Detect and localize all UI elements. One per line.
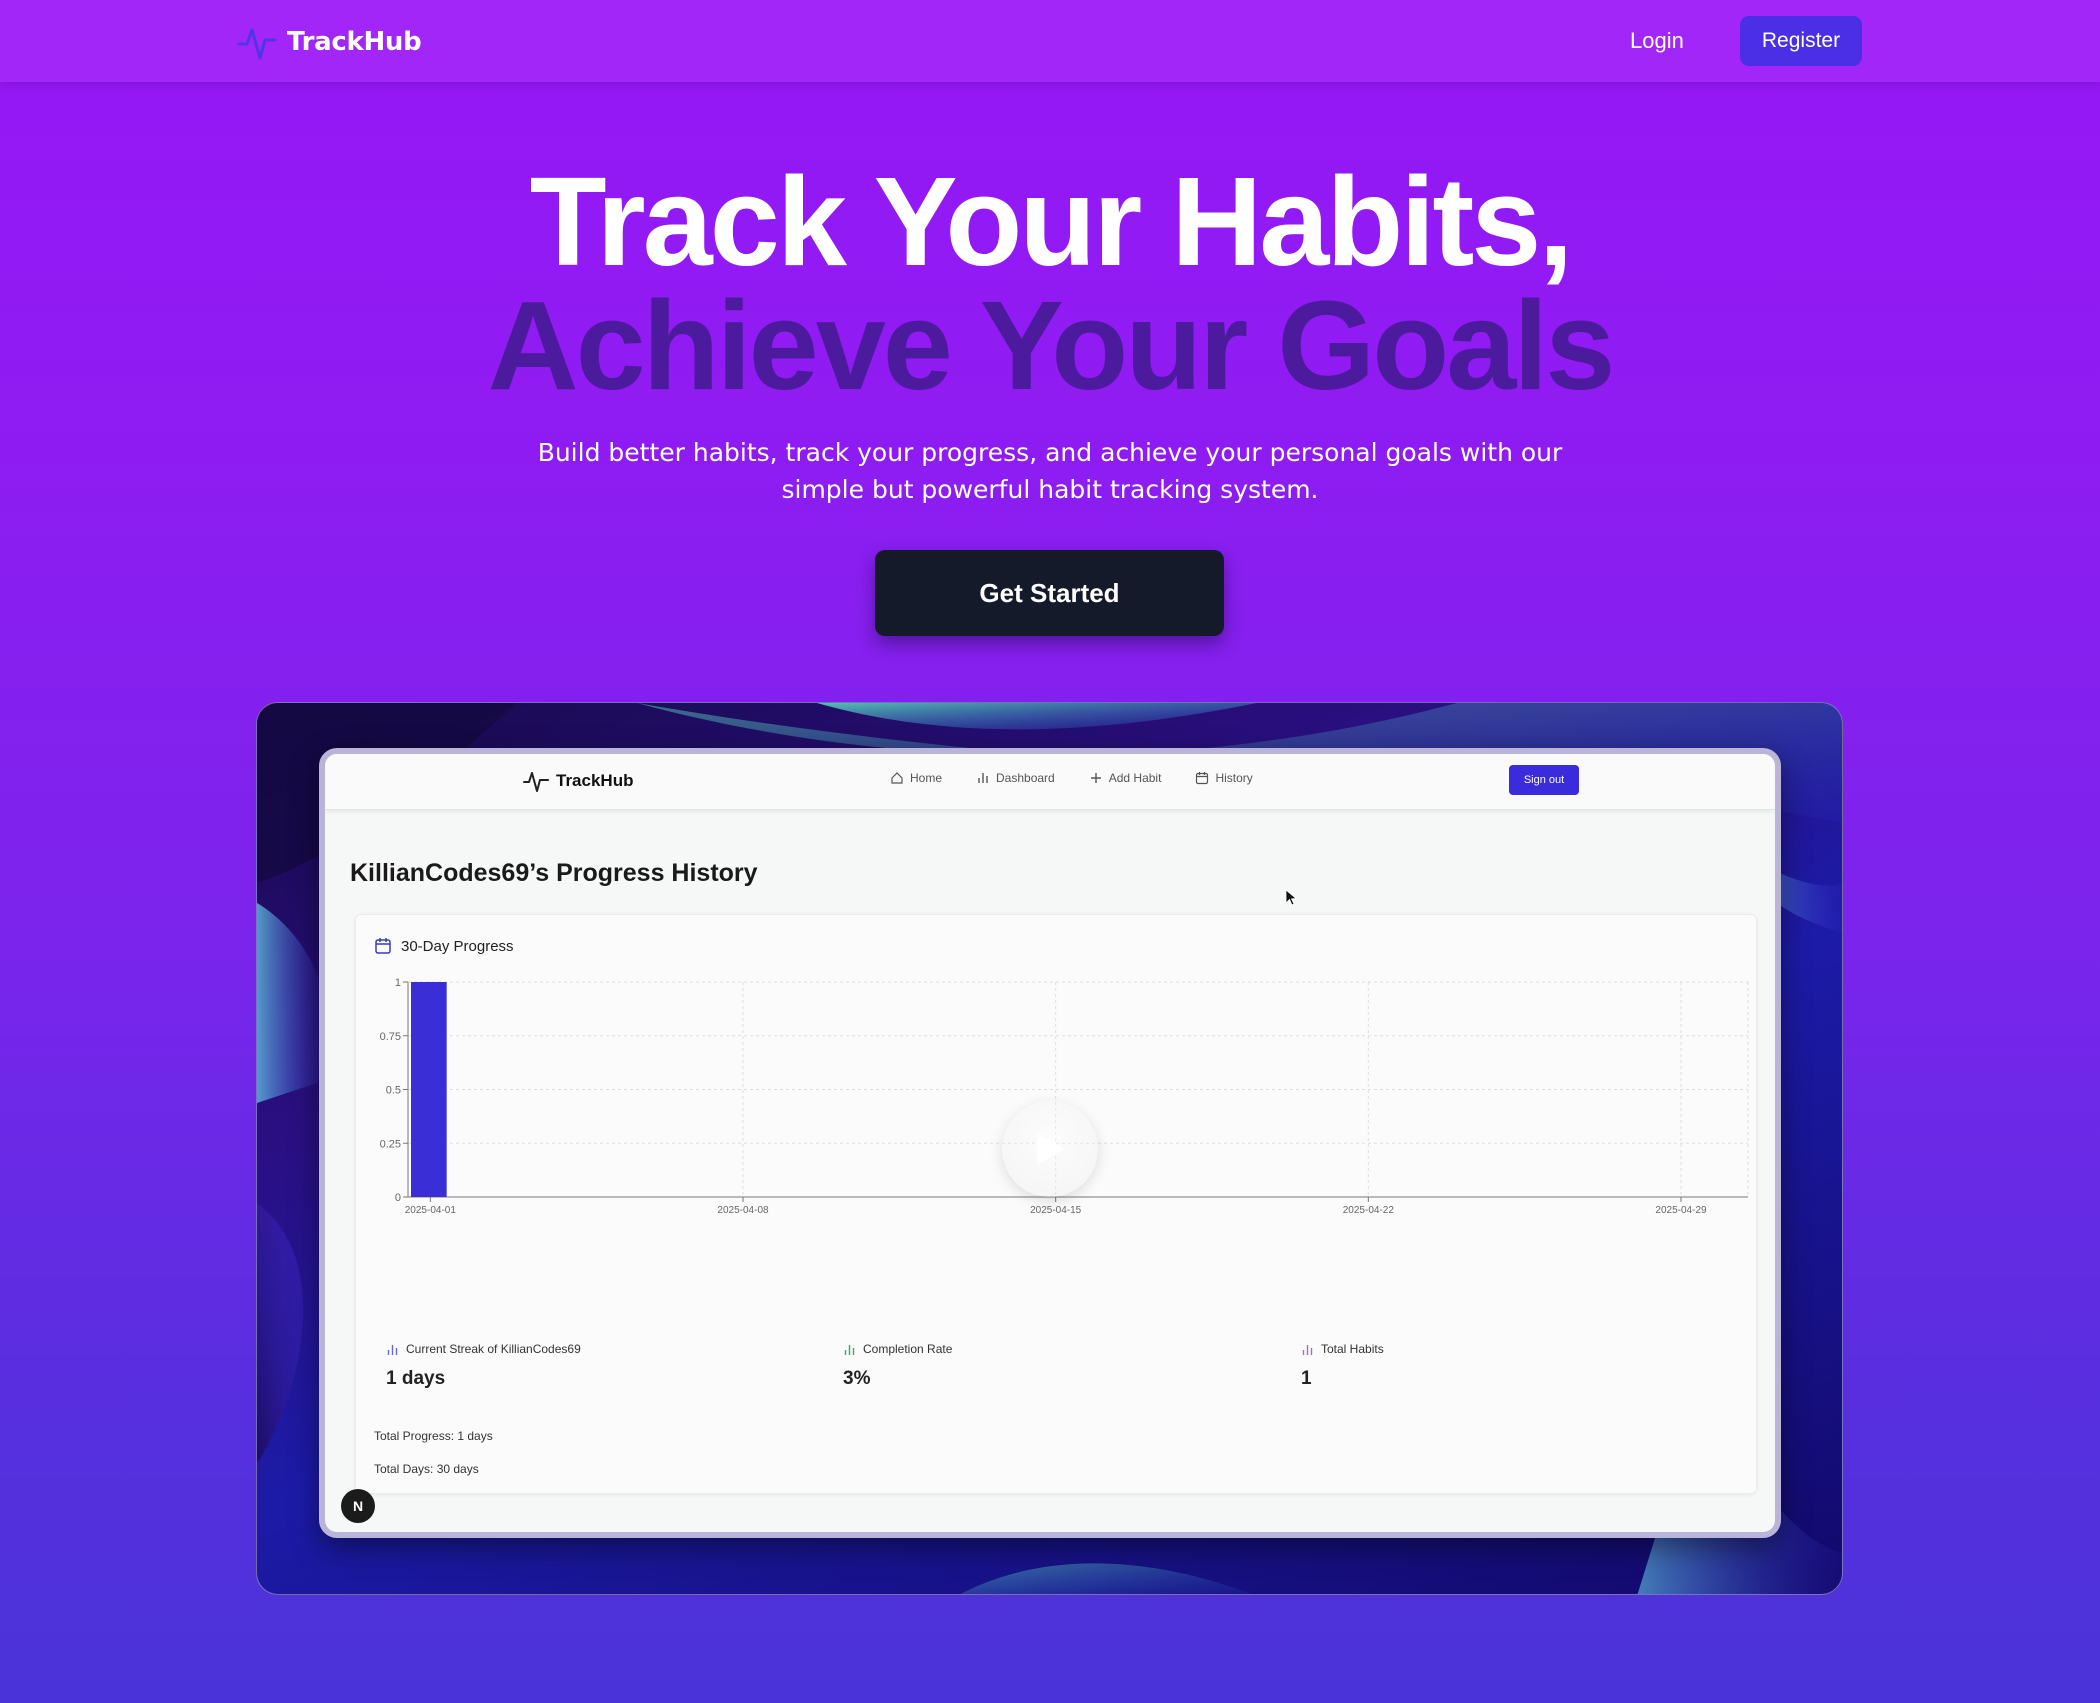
- pulse-logo-icon: [523, 772, 549, 792]
- stat-total-habits-header: Total Habits: [1301, 1342, 1384, 1356]
- hero-subtitle-line1: Build better habits, track your progress…: [537, 438, 1563, 467]
- x-tick-label: 2025-04-15: [1030, 1205, 1082, 1216]
- app-brand-name: TrackHub: [556, 771, 634, 790]
- register-button[interactable]: Register: [1740, 16, 1862, 66]
- stat-current-streak-value: 1 days: [386, 1368, 446, 1389]
- chart-bar: [411, 982, 447, 1197]
- stat-completion-rate: Completion Rate 3%: [829, 1328, 1269, 1406]
- bar-chart-icon: [1302, 1344, 1313, 1355]
- y-tick-label: 0.75: [380, 1031, 401, 1043]
- brand-name: TrackHub: [287, 27, 422, 57]
- stat-total-habits-value: 1: [1301, 1368, 1312, 1389]
- app-nav-add-habit-label: Add Habit: [1108, 771, 1162, 785]
- app-nav-add-habit: Add Habit: [1089, 771, 1162, 785]
- play-icon: [1037, 1133, 1064, 1165]
- y-tick-label: 0.25: [380, 1138, 401, 1150]
- app-page-title: KillianCodes69’s Progress History: [350, 859, 758, 887]
- stat-current-streak-header: Current Streak of KillianCodes69: [386, 1342, 581, 1356]
- stat-total-habits-label: Total Habits: [1321, 1342, 1384, 1356]
- total-progress-text: Total Progress: 1 days: [374, 1429, 493, 1443]
- app-brand: TrackHub: [523, 768, 633, 794]
- progress-card-header: 30-Day Progress: [374, 937, 514, 955]
- top-navbar: TrackHub Login Register: [0, 0, 2100, 82]
- mouse-cursor-icon: [1285, 889, 1297, 906]
- app-nav-dashboard-label: Dashboard: [996, 771, 1055, 785]
- bar-chart-icon: [844, 1344, 855, 1355]
- y-tick-label: 0: [395, 1192, 401, 1204]
- hero-subtitle: Build better habits, track your progress…: [500, 434, 1600, 508]
- get-started-button[interactable]: Get Started: [875, 550, 1224, 636]
- app-navbar: TrackHub Home Dashboard Add Habit Histor…: [325, 754, 1775, 810]
- x-tick-label: 2025-04-22: [1343, 1205, 1395, 1216]
- stat-completion-rate-label: Completion Rate: [863, 1342, 953, 1356]
- hero-title-line1: Track Your Habits,: [529, 151, 1574, 292]
- home-icon: [891, 772, 903, 784]
- app-sign-out-button: Sign out: [1509, 765, 1579, 795]
- app-nav-home: Home: [890, 771, 942, 785]
- app-nav-dashboard: Dashboard: [976, 771, 1055, 785]
- y-tick-label: 1: [395, 977, 401, 989]
- calendar-icon: [375, 938, 391, 954]
- stat-current-streak-label: Current Streak of KillianCodes69: [406, 1342, 581, 1356]
- brand-logo[interactable]: TrackHub: [237, 22, 422, 62]
- login-link[interactable]: Login: [1630, 24, 1684, 58]
- nextjs-badge: N: [341, 1489, 375, 1523]
- stat-total-habits: Total Habits 1: [1287, 1328, 1731, 1406]
- total-days-text: Total Days: 30 days: [374, 1462, 479, 1476]
- stat-completion-rate-header: Completion Rate: [843, 1342, 952, 1356]
- y-tick-label: 0.5: [386, 1085, 401, 1097]
- x-tick-label: 2025-04-01: [405, 1205, 457, 1216]
- bar-chart-icon: [387, 1344, 398, 1355]
- play-button[interactable]: [1002, 1101, 1098, 1197]
- app-nav-links: Home Dashboard Add Habit History: [890, 771, 1253, 785]
- app-nav-history-label: History: [1215, 771, 1253, 785]
- demo-video[interactable]: TrackHub Home Dashboard Add Habit Histor…: [256, 702, 1843, 1595]
- app-nav-history: History: [1195, 771, 1253, 785]
- app-nav-home-label: Home: [910, 771, 943, 785]
- x-tick-label: 2025-04-08: [717, 1205, 769, 1216]
- stat-current-streak: Current Streak of KillianCodes69 1 days: [372, 1328, 817, 1406]
- hero-title-line2: Achieve Your Goals: [487, 275, 1616, 416]
- bar-chart-icon: [978, 773, 988, 783]
- plus-icon: [1090, 773, 1101, 783]
- x-tick-label: 2025-04-29: [1655, 1205, 1707, 1216]
- hero-subtitle-line2: simple but powerful habit tracking syste…: [781, 475, 1319, 504]
- calendar-icon: [1196, 772, 1209, 785]
- progress-card: 30-Day Progress 0 0.25 0.5 0.75 1 2025-04-01 2…: [355, 914, 1757, 1494]
- pulse-logo-icon: [237, 28, 277, 60]
- stat-completion-rate-value: 3%: [843, 1368, 871, 1389]
- progress-card-title: 30-Day Progress: [401, 937, 514, 955]
